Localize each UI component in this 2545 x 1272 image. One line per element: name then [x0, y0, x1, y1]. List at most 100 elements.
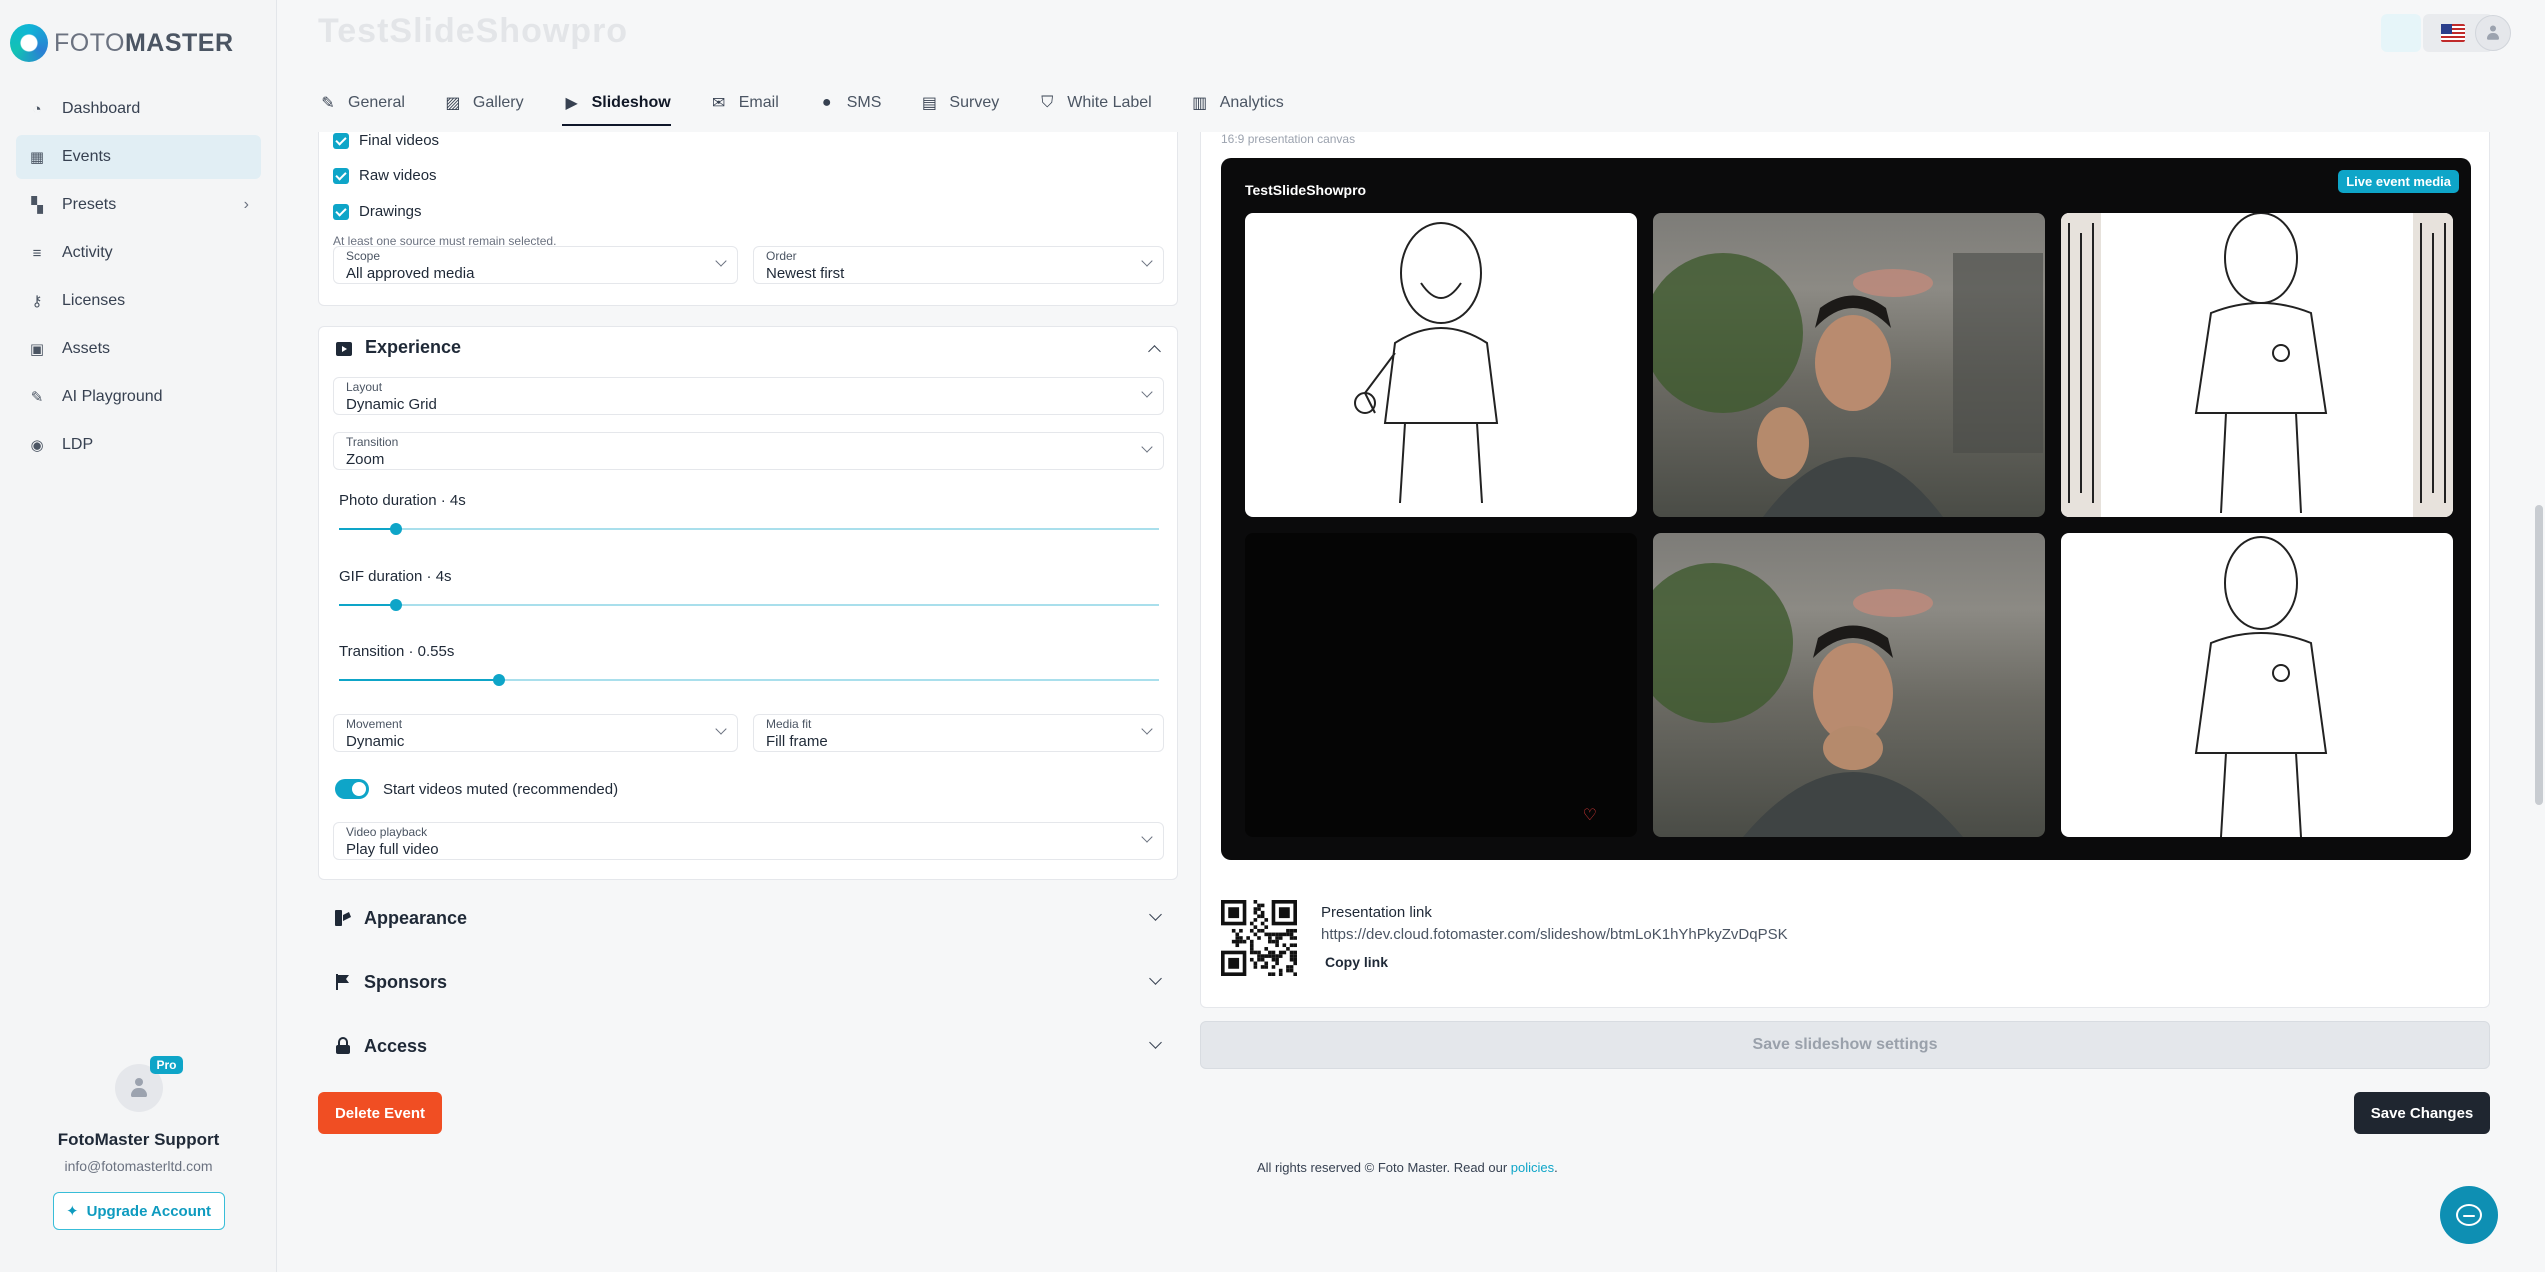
tab-email[interactable]: ✉ Email — [709, 86, 779, 120]
footer-text: All rights reserved © Foto Master. Read … — [1257, 1160, 1511, 1175]
mute-videos-toggle[interactable] — [335, 779, 369, 799]
media-fit-label: Media fit — [766, 717, 812, 731]
media-tile-video[interactable]: ♡ — [1245, 533, 1637, 837]
sidebar-item-events[interactable]: ▦ Events — [16, 135, 261, 179]
bag-icon: ▣ — [29, 341, 45, 358]
chat-support-button[interactable] — [2440, 1186, 2498, 1244]
pin-icon: ◉ — [30, 437, 44, 454]
photo-duration-slider[interactable] — [339, 523, 1159, 535]
delete-event-button[interactable]: Delete Event — [318, 1092, 442, 1134]
tab-survey[interactable]: ▤ Survey — [919, 86, 999, 120]
scope-label: Scope — [346, 249, 381, 263]
scope-select[interactable]: Scope All approved media — [333, 246, 738, 284]
slider-thumb[interactable] — [390, 599, 403, 611]
tab-white-label[interactable]: ⛉ White Label — [1037, 86, 1152, 120]
movement-value: Dynamic — [346, 733, 405, 750]
media-tile-photo[interactable] — [1653, 213, 2045, 517]
sidebar-item-label: Presets — [62, 196, 117, 213]
pro-badge: Pro — [150, 1056, 183, 1074]
policies-link[interactable]: policies — [1511, 1160, 1554, 1175]
transition-duration-label: Transition · 0.55s — [339, 643, 455, 660]
checkbox-checked-icon[interactable] — [333, 167, 349, 184]
scope-value: All approved media — [346, 265, 475, 282]
media-tile-drawing[interactable] — [1245, 213, 1637, 517]
gif-duration-slider[interactable] — [339, 599, 1159, 611]
person-photo-icon — [1653, 563, 1963, 837]
sidebar-item-activity[interactable]: ≡ Activity — [16, 231, 261, 275]
slider-fill — [339, 604, 397, 606]
tab-sms[interactable]: ● SMS — [817, 86, 882, 120]
access-title: Access — [364, 1035, 428, 1056]
video-playback-select[interactable]: Video playback Play full video — [333, 822, 1164, 860]
experience-header[interactable]: Experience — [335, 337, 461, 358]
presentation-link-label: Presentation link — [1321, 904, 1432, 921]
profile-email: info@fotomasterltd.com — [64, 1158, 213, 1174]
us-flag-icon[interactable] — [2441, 24, 2465, 42]
transition-duration-slider[interactable] — [339, 674, 1159, 686]
sidebar-item-presets[interactable]: ▚ Presets › — [16, 183, 261, 227]
chevron-right-icon[interactable]: › — [244, 196, 249, 214]
chevron-down-icon — [1141, 255, 1153, 267]
person-photo-icon — [1653, 253, 2043, 517]
layout-label: Layout — [346, 380, 383, 394]
tab-analytics[interactable]: ▥ Analytics — [1190, 86, 1284, 120]
top-right-controls — [2381, 14, 2511, 52]
tab-slideshow[interactable]: ▶ Slideshow — [561, 86, 671, 126]
slider-thumb[interactable] — [390, 523, 403, 535]
tab-gallery[interactable]: ▨ Gallery — [443, 86, 523, 120]
tab-general[interactable]: ✎ General — [318, 86, 405, 120]
sidebar-item-label: Dashboard — [62, 100, 141, 117]
page-scrollbar[interactable] — [2535, 505, 2543, 805]
slider-thumb[interactable] — [492, 674, 505, 686]
slideshow-stage: TestSlideShowpro Live event media ♡ — [1221, 158, 2471, 860]
header-action-button[interactable] — [2381, 14, 2421, 52]
sidebar-item-ai-playground[interactable]: ✎ AI Playground — [16, 375, 261, 419]
order-value: Newest first — [766, 265, 845, 282]
save-changes-button[interactable]: Save Changes — [2354, 1092, 2490, 1134]
movement-select[interactable]: Movement Dynamic — [333, 714, 738, 752]
sidebar-item-licenses[interactable]: ⚷ Licenses — [16, 279, 261, 323]
checkbox-raw-videos[interactable]: Raw videos — [333, 167, 437, 184]
footer: All rights reserved © Foto Master. Read … — [1257, 1160, 1558, 1175]
chat-icon: ● — [821, 94, 832, 111]
checkbox-drawings[interactable]: Drawings — [333, 203, 422, 220]
appearance-title: Appearance — [364, 907, 468, 928]
sponsors-section[interactable]: Sponsors — [318, 962, 1178, 1002]
sidebar-item-ldp[interactable]: ◉ LDP — [16, 423, 261, 467]
access-section[interactable]: Access — [318, 1026, 1178, 1066]
chevron-up-icon[interactable] — [1148, 345, 1161, 358]
brand-logo[interactable]: FOTOMASTER — [10, 24, 234, 62]
mute-videos-label: Start videos muted (recommended) — [383, 780, 619, 798]
checkbox-checked-icon[interactable] — [333, 203, 349, 220]
pencil-icon: ✎ — [321, 95, 335, 112]
tab-label: White Label — [1067, 94, 1152, 111]
checkbox-checked-icon[interactable] — [333, 132, 349, 149]
sidebar-item-label: Licenses — [62, 292, 126, 309]
shield-icon: ⛉ — [1041, 94, 1054, 111]
sidebar-item-label: Events — [62, 148, 111, 165]
upgrade-account-button[interactable]: ✦ Upgrade Account — [52, 1192, 225, 1230]
media-fit-select[interactable]: Media fit Fill frame — [753, 714, 1164, 752]
sponsors-title: Sponsors — [364, 971, 448, 992]
drawing-standing-icon — [2061, 213, 2453, 517]
media-tile-drawing[interactable] — [2061, 533, 2453, 837]
presentation-url[interactable]: https://dev.cloud.fotomaster.com/slidesh… — [1321, 926, 1788, 943]
sidebar-item-assets[interactable]: ▣ Assets — [16, 327, 261, 371]
qr-code-icon[interactable] — [1221, 900, 1297, 976]
sidebar-item-label: AI Playground — [62, 388, 163, 405]
media-tile-drawing[interactable] — [2061, 213, 2453, 517]
transition-select[interactable]: Transition Zoom — [333, 432, 1164, 470]
layout-select[interactable]: Layout Dynamic Grid — [333, 377, 1164, 415]
appearance-section[interactable]: Appearance — [318, 898, 1178, 938]
order-select[interactable]: Order Newest first — [753, 246, 1164, 284]
save-slideshow-settings-button[interactable]: Save slideshow settings — [1200, 1021, 2490, 1069]
checkbox-final-videos[interactable]: Final videos — [333, 132, 439, 149]
media-tile-photo[interactable] — [1653, 533, 2045, 837]
avatar[interactable]: Pro — [114, 1056, 183, 1112]
slider-fill — [339, 528, 397, 530]
chevron-down-icon — [1141, 386, 1153, 398]
sidebar-item-dashboard[interactable]: ◔ Dashboard — [16, 87, 261, 131]
user-menu-button[interactable] — [2475, 15, 2511, 51]
slideshow-icon: ▶ — [565, 95, 578, 112]
copy-link-button[interactable]: Copy link — [1325, 954, 1388, 970]
